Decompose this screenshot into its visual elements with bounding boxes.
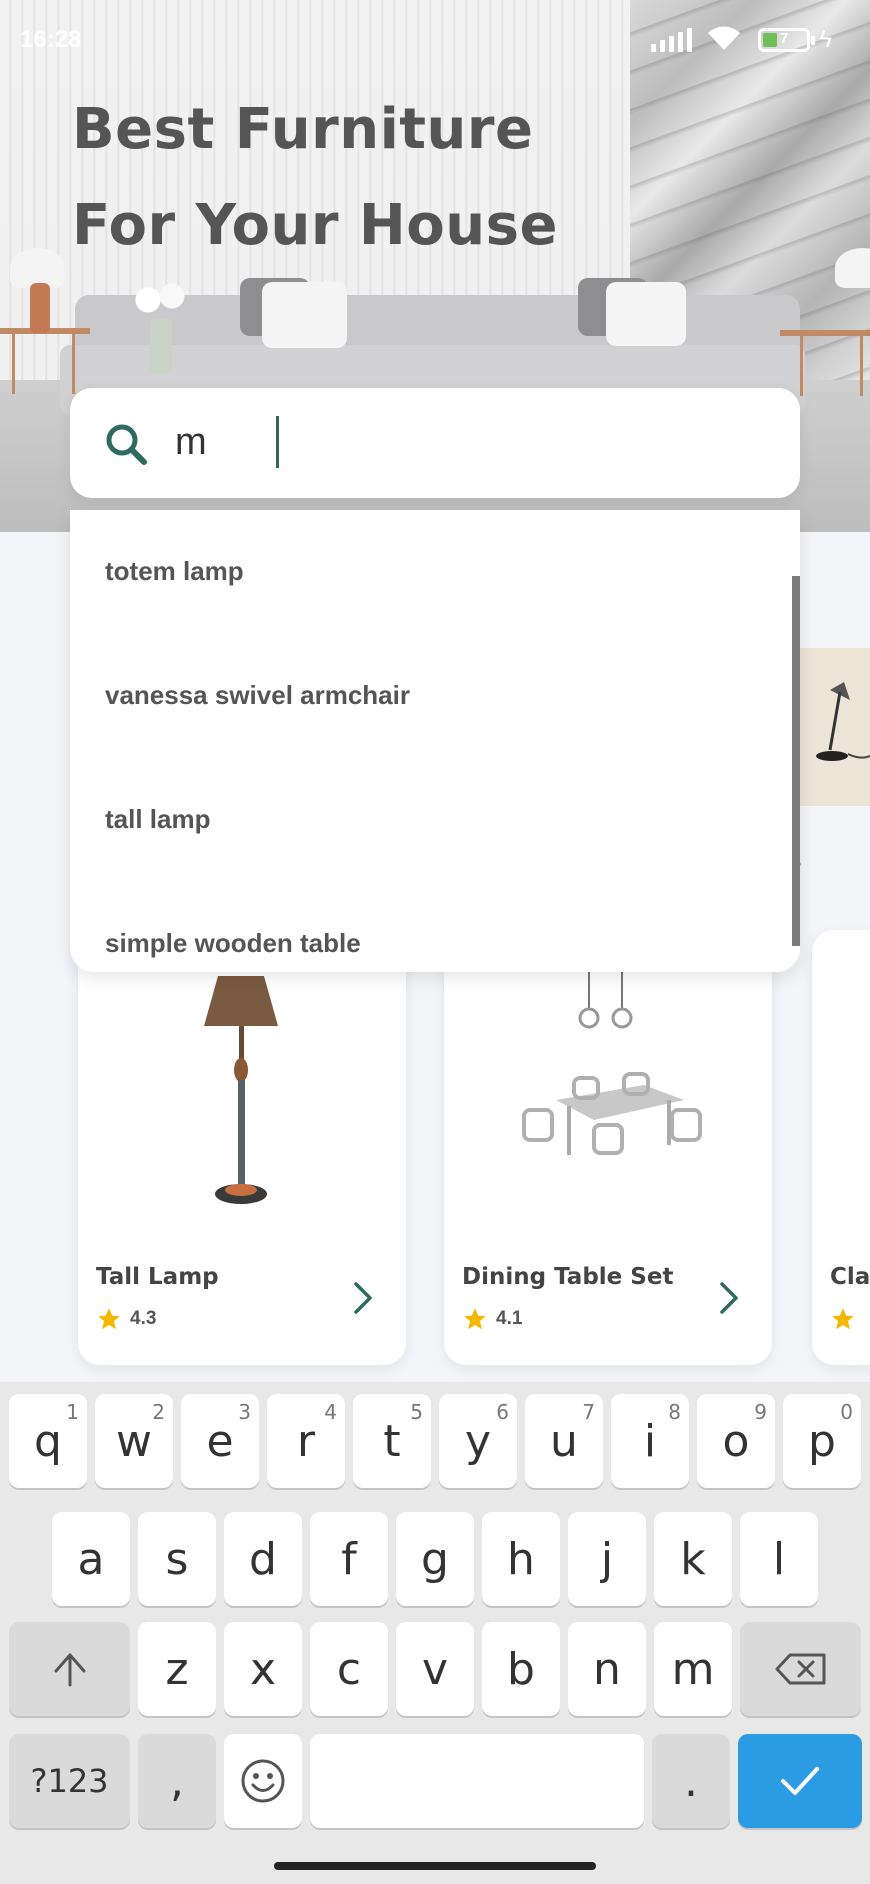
chevron-right-icon[interactable] [350,1280,376,1316]
symbols-key[interactable]: ?123 [9,1734,130,1828]
dining-table-set-image [522,970,702,1155]
hero-lamp [10,248,65,288]
key-number-hint: 0 [840,1400,853,1424]
star-icon [98,1308,120,1330]
key-j[interactable]: j [568,1512,646,1606]
hero-side-table-leg [12,334,15,394]
search-input[interactable] [175,414,755,470]
key-number-hint: 3 [238,1400,251,1424]
key-m[interactable]: m [654,1622,732,1716]
product-rating [830,1306,856,1332]
battery-icon: 7 [758,28,815,52]
key-e[interactable]: e3 [181,1394,259,1488]
product-rating: 4.3 [96,1306,156,1332]
suggestion-item[interactable]: vanessa swivel armchair [70,634,800,758]
key-w[interactable]: w2 [95,1394,173,1488]
wifi-icon [708,26,740,50]
key-r[interactable]: r4 [267,1394,345,1488]
shift-key[interactable] [9,1622,130,1716]
star-icon [832,1308,854,1330]
product-card[interactable]: Cla [812,930,870,1365]
hero-pillow [262,282,347,348]
rating-value: 4.1 [496,1308,523,1329]
key-y[interactable]: y6 [439,1394,517,1488]
key-number-hint: 8 [668,1400,681,1424]
tall-lamp-image [204,976,278,1204]
hero-vase [150,318,172,374]
chevron-right-icon[interactable] [716,1280,742,1316]
shift-arrow-icon [54,1653,85,1687]
hero-vase [30,283,50,333]
charging-icon: ϟ [819,26,832,53]
status-bar: 16:28 7 ϟ [0,0,870,80]
key-z[interactable]: z [138,1622,216,1716]
key-b[interactable]: b [482,1622,560,1716]
key-o[interactable]: o9 [697,1394,775,1488]
key-v[interactable]: v [396,1622,474,1716]
key-t[interactable]: t5 [353,1394,431,1488]
search-suggestions-dropdown: totem lamp vanessa swivel armchair tall … [70,510,800,972]
key-comma[interactable]: , [138,1734,216,1828]
hero-title-line: Best Furniture [72,97,534,162]
product-name: Tall Lamp [96,1264,219,1290]
suggestion-item[interactable]: tall lamp [70,758,800,882]
product-rating: 4.1 [462,1306,522,1332]
battery-level: 7 [779,30,789,47]
key-number-hint: 9 [754,1400,767,1424]
key-number-hint: 6 [496,1400,509,1424]
desk-lamp-image [816,682,870,761]
checkmark-icon [781,1767,819,1795]
rating-value: 4.3 [130,1308,157,1329]
key-d[interactable]: d [224,1512,302,1606]
key-u[interactable]: u7 [525,1394,603,1488]
key-h[interactable]: h [482,1512,560,1606]
key-f[interactable]: f [310,1512,388,1606]
suggestions-scrollbar[interactable] [792,576,800,946]
search-bar[interactable] [70,388,800,498]
key-k[interactable]: k [654,1512,732,1606]
key-n[interactable]: n [568,1622,646,1716]
suggestion-item[interactable]: totem lamp [70,510,800,634]
hero-side-table-leg [860,336,863,396]
key-a[interactable]: a [52,1512,130,1606]
status-time: 16:28 [20,26,82,53]
key-g[interactable]: g [396,1512,474,1606]
suggestion-item[interactable]: simple wooden table [70,882,800,972]
key-x[interactable]: x [224,1622,302,1716]
product-name: Cla [830,1264,870,1290]
hero-title: Best Furniture For Your House [72,82,558,274]
hero-side-table [780,330,870,336]
enter-key[interactable] [738,1734,862,1828]
key-number-hint: 7 [582,1400,595,1424]
key-period[interactable]: . [652,1734,730,1828]
emoji-icon [241,1759,285,1803]
key-i[interactable]: i8 [611,1394,689,1488]
star-icon [464,1308,486,1330]
key-number-hint: 2 [152,1400,165,1424]
key-s[interactable]: s [138,1512,216,1606]
search-icon [106,424,147,465]
signal-icon [651,28,692,52]
hero-title-line: For Your House [72,193,558,258]
home-indicator[interactable] [274,1862,596,1870]
backspace-key[interactable] [740,1622,861,1716]
key-number-hint: 5 [410,1400,423,1424]
product-card[interactable]: Dining Table Set 4.1 [444,930,772,1365]
key-number-hint: 1 [66,1400,79,1424]
hero-flowers [130,280,190,320]
key-c[interactable]: c [310,1622,388,1716]
product-card[interactable]: Tall Lamp 4.3 [78,930,406,1365]
emoji-key[interactable] [224,1734,302,1828]
key-number-hint: 4 [324,1400,337,1424]
key-p[interactable]: p0 [783,1394,861,1488]
hero-pillow [606,282,686,346]
product-name: Dining Table Set [462,1264,674,1290]
hero-side-table-leg [800,336,803,396]
hero-side-table-leg [72,334,75,394]
backspace-icon [775,1653,825,1685]
space-key[interactable] [310,1734,644,1828]
key-q[interactable]: q1 [9,1394,87,1488]
key-l[interactable]: l [740,1512,818,1606]
text-cursor [276,416,279,468]
